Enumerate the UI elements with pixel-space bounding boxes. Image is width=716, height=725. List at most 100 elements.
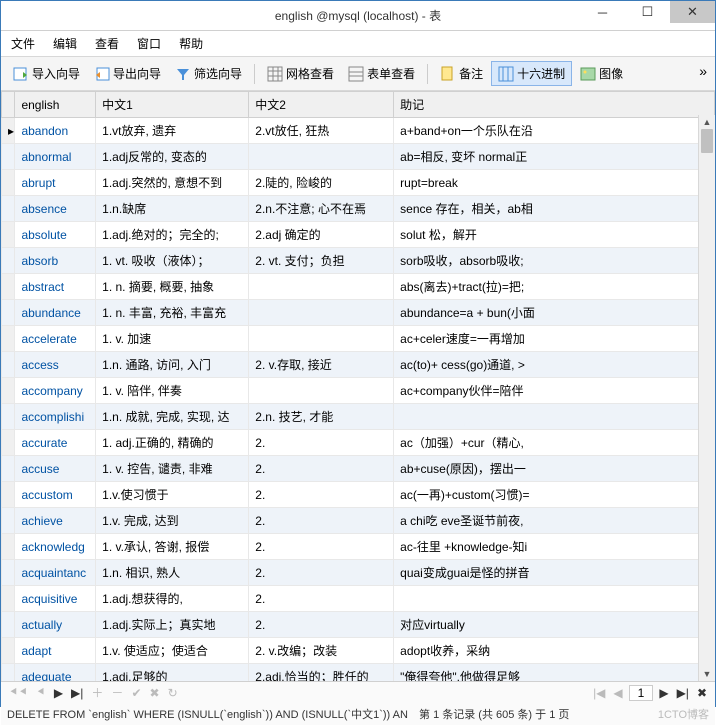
table-row[interactable]: adapt1.v. 使适应；使适合2. v.改编；改装adopt收养，采纳 — [2, 638, 715, 664]
form-view-button[interactable]: 表单查看 — [342, 62, 421, 85]
cell-chinese1[interactable]: 1.v. 使适应；使适合 — [96, 638, 249, 664]
memo-button[interactable]: 备注 — [434, 62, 489, 85]
table-row[interactable]: accompany1. v. 陪伴, 伴奏ac+company伙伴=陪伴 — [2, 378, 715, 404]
cell-chinese2[interactable] — [249, 326, 394, 352]
cell-english[interactable]: abnormal — [15, 144, 96, 170]
cell-chinese2[interactable]: 2.陡的, 险峻的 — [249, 170, 394, 196]
table-row[interactable]: acknowledg1. v.承认, 答谢, 报偿2.ac-往里 +knowle… — [2, 534, 715, 560]
next-record-button[interactable]: ▶ — [52, 686, 65, 700]
cell-chinese1[interactable]: 1.n.缺席 — [96, 196, 249, 222]
cell-chinese2[interactable]: 2.n. 技艺, 才能 — [249, 404, 394, 430]
table-row[interactable]: achieve1.v. 完成, 达到2.a chi吃 eve圣诞节前夜, — [2, 508, 715, 534]
table-row[interactable]: abstract1. n. 摘要, 概要, 抽象abs(离去)+tract(拉)… — [2, 274, 715, 300]
table-row[interactable]: accuse1. v. 控告, 谴责, 非难2.ab+cuse(原因)，摆出一 — [2, 456, 715, 482]
last-record-button[interactable]: ▶| — [69, 686, 85, 700]
cell-english[interactable]: abandon — [15, 118, 96, 144]
cell-chinese1[interactable]: 1. n. 丰富, 充裕, 丰富充 — [96, 300, 249, 326]
cell-chinese2[interactable]: 2.n.不注意; 心不在焉 — [249, 196, 394, 222]
cell-chinese2[interactable]: 2. — [249, 586, 394, 612]
table-row[interactable]: ▸abandon1.vt放弃, 遗弃2.vt放任, 狂热a+band+on一个乐… — [2, 118, 715, 144]
cell-chinese2[interactable]: 2. — [249, 482, 394, 508]
cell-chinese2[interactable]: 2. vt. 支付；负担 — [249, 248, 394, 274]
table-row[interactable]: acquaintanc1.n. 相识, 熟人2.quai变成guai是怪的拼音 — [2, 560, 715, 586]
cell-chinese1[interactable]: 1.adj.实际上；真实地 — [96, 612, 249, 638]
cell-chinese2[interactable]: 2. — [249, 430, 394, 456]
cell-chinese2[interactable]: 2. v.改编；改装 — [249, 638, 394, 664]
cell-mnemonic[interactable] — [394, 404, 715, 430]
cell-mnemonic[interactable]: sence 存在，相关，ab相 — [394, 196, 715, 222]
cell-chinese2[interactable]: 2. v.存取, 接近 — [249, 352, 394, 378]
cell-english[interactable]: acquaintanc — [15, 560, 96, 586]
table-row[interactable]: accustom1.v.使习惯于2.ac(一再)+custom(习惯)= — [2, 482, 715, 508]
cell-english[interactable]: abundance — [15, 300, 96, 326]
cell-chinese2[interactable]: 2. — [249, 612, 394, 638]
cell-mnemonic[interactable]: ac（加强）+cur（精心, — [394, 430, 715, 456]
cell-mnemonic[interactable]: ac(一再)+custom(习惯)= — [394, 482, 715, 508]
menu-view[interactable]: 查看 — [95, 35, 119, 52]
refresh-button[interactable]: ↻ — [166, 686, 180, 700]
prev-record-button[interactable]: ⯇ — [34, 685, 48, 700]
cell-chinese2[interactable]: 2. — [249, 534, 394, 560]
commit-button[interactable]: ✔ — [129, 686, 143, 700]
cell-english[interactable]: absolute — [15, 222, 96, 248]
table-row[interactable]: absolute1.adj.绝对的；完全的;2.adj 确定的solut 松，解… — [2, 222, 715, 248]
scroll-up-icon[interactable]: ▲ — [699, 115, 715, 129]
cell-chinese1[interactable]: 1.n. 相识, 熟人 — [96, 560, 249, 586]
cancel-button[interactable]: ✖ — [148, 686, 162, 700]
cell-chinese2[interactable]: 2.adj.恰当的；胜任的 — [249, 664, 394, 682]
cell-mnemonic[interactable]: abundance=a + bun(小面 — [394, 300, 715, 326]
last-page-button[interactable]: ▶| — [675, 686, 691, 700]
cell-english[interactable]: abstract — [15, 274, 96, 300]
cell-english[interactable]: accustom — [15, 482, 96, 508]
cell-chinese1[interactable]: 1.v. 完成, 达到 — [96, 508, 249, 534]
col-chinese2[interactable]: 中文2 — [249, 92, 394, 118]
maximize-button[interactable]: ☐ — [625, 1, 670, 23]
cell-mnemonic[interactable]: a chi吃 eve圣诞节前夜, — [394, 508, 715, 534]
cell-chinese2[interactable] — [249, 274, 394, 300]
import-wizard-button[interactable]: 导入向导 — [7, 62, 86, 85]
cell-mnemonic[interactable]: a+band+on一个乐队在沿 — [394, 118, 715, 144]
table-row[interactable]: access1.n. 通路, 访问, 入门2. v.存取, 接近ac(to)+ … — [2, 352, 715, 378]
menu-window[interactable]: 窗口 — [137, 35, 161, 52]
cell-chinese2[interactable] — [249, 378, 394, 404]
settings-icon[interactable]: ✖ — [695, 686, 709, 700]
table-row[interactable]: actually1.adj.实际上；真实地2.对应virtually — [2, 612, 715, 638]
cell-mnemonic[interactable]: "俺得夸他",他做得足够 — [394, 664, 715, 682]
cell-english[interactable]: accompany — [15, 378, 96, 404]
cell-mnemonic[interactable]: ac+company伙伴=陪伴 — [394, 378, 715, 404]
menu-edit[interactable]: 编辑 — [53, 35, 77, 52]
cell-chinese2[interactable]: 2. — [249, 560, 394, 586]
cell-english[interactable]: accelerate — [15, 326, 96, 352]
filter-wizard-button[interactable]: 筛选向导 — [169, 62, 248, 85]
cell-chinese2[interactable]: 2. — [249, 508, 394, 534]
cell-mnemonic[interactable]: ab+cuse(原因)，摆出一 — [394, 456, 715, 482]
col-mnemonic[interactable]: 助记 — [394, 92, 715, 118]
cell-english[interactable]: accurate — [15, 430, 96, 456]
cell-english[interactable]: access — [15, 352, 96, 378]
cell-english[interactable]: abrupt — [15, 170, 96, 196]
cell-english[interactable]: acknowledg — [15, 534, 96, 560]
cell-english[interactable]: absorb — [15, 248, 96, 274]
cell-english[interactable]: adapt — [15, 638, 96, 664]
cell-chinese1[interactable]: 1.vt放弃, 遗弃 — [96, 118, 249, 144]
table-row[interactable]: adequate1.adj.足够的2.adj.恰当的；胜任的"俺得夸他",他做得… — [2, 664, 715, 682]
table-row[interactable]: abnormal1.adj反常的, 变态的ab=相反, 变坏 normal正 — [2, 144, 715, 170]
cell-chinese2[interactable]: 2.vt放任, 狂热 — [249, 118, 394, 144]
cell-mnemonic[interactable]: solut 松，解开 — [394, 222, 715, 248]
first-page-button[interactable]: |◀ — [591, 686, 607, 700]
next-page-button[interactable]: ▶ — [657, 686, 670, 700]
table-row[interactable]: accelerate1. v. 加速ac+celer速度=一再增加 — [2, 326, 715, 352]
cell-chinese1[interactable]: 1. v. 控告, 谴责, 非难 — [96, 456, 249, 482]
cell-chinese2[interactable]: 2. — [249, 456, 394, 482]
page-number[interactable]: 1 — [629, 685, 654, 701]
cell-mnemonic[interactable]: ac+celer速度=一再增加 — [394, 326, 715, 352]
delete-record-button[interactable]: － — [109, 684, 125, 701]
add-record-button[interactable]: ＋ — [89, 684, 105, 701]
cell-chinese1[interactable]: 1.adj.绝对的；完全的; — [96, 222, 249, 248]
cell-chinese2[interactable] — [249, 144, 394, 170]
cell-mnemonic[interactable]: ac(to)+ cess(go)通道, > — [394, 352, 715, 378]
grid-view-button[interactable]: 网格查看 — [261, 62, 340, 85]
close-button[interactable]: ✕ — [670, 1, 715, 23]
table-row[interactable]: accurate1. adj.正确的, 精确的2.ac（加强）+cur（精心, — [2, 430, 715, 456]
menu-help[interactable]: 帮助 — [179, 35, 203, 52]
